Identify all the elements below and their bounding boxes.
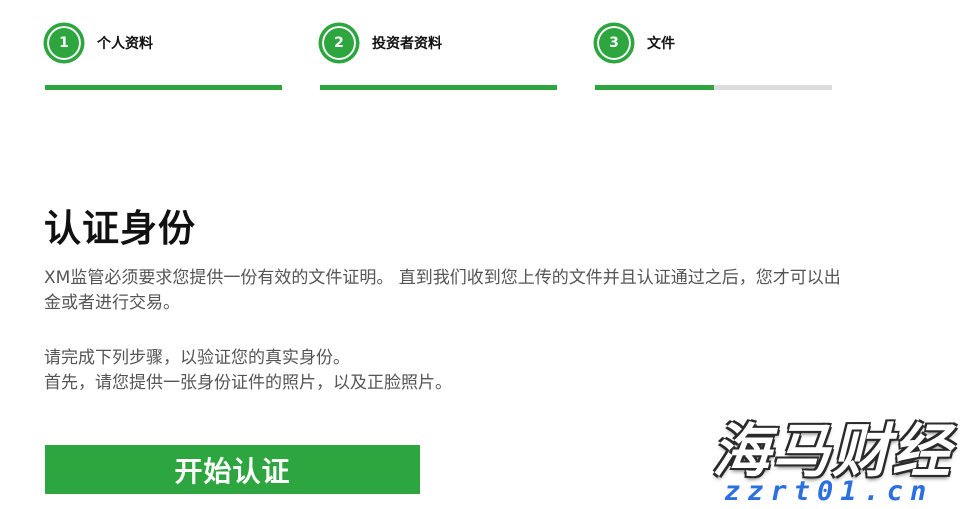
step-personal-info: 1 个人资料 (45, 20, 282, 90)
step-progress-bar (595, 85, 832, 90)
step-number-badge: 2 (320, 23, 358, 62)
step-header: 1 个人资料 (45, 20, 282, 65)
start-verification-button[interactable]: 开始认证 (45, 445, 420, 494)
step-investor-info: 2 投资者资料 (320, 20, 557, 90)
step-progress-bar (45, 85, 282, 90)
step-header: 3 文件 (595, 20, 832, 65)
step-progress-bar (320, 85, 557, 90)
instructions-line-1: 请完成下列步骤，以验证您的真实身份。 (44, 348, 350, 368)
page-title: 认证身份 (44, 207, 196, 250)
verification-description: XM监管必须要求您提供一份有效的文件证明。 直到我们收到您上传的文件并且认证通过… (44, 268, 841, 313)
step-number: 3 (609, 34, 619, 51)
step-progress-fill (45, 85, 282, 90)
step-label: 投资者资料 (372, 35, 442, 52)
step-progress-fill (320, 85, 557, 90)
watermark-url: zzrt01.cn (724, 476, 934, 507)
step-label: 个人资料 (97, 35, 153, 52)
verification-page: 1 个人资料 2 投资者资料 3 文件 认证身份 XM监管必须要求您提供一份有效… (0, 0, 960, 509)
verification-instructions: 请完成下列步骤，以验证您的真实身份。 首先，请您提供一张身份证件的照片，以及正脸… (44, 346, 844, 396)
step-documents: 3 文件 (595, 20, 832, 90)
step-number-badge: 1 (45, 23, 83, 62)
step-label: 文件 (647, 35, 675, 52)
step-progress-fill (595, 85, 714, 90)
step-header: 2 投资者资料 (320, 20, 557, 65)
instructions-line-2: 首先，请您提供一张身份证件的照片，以及正脸照片。 (44, 373, 452, 393)
step-number: 1 (59, 34, 69, 51)
step-number-badge: 3 (595, 23, 633, 62)
step-number: 2 (334, 34, 344, 51)
